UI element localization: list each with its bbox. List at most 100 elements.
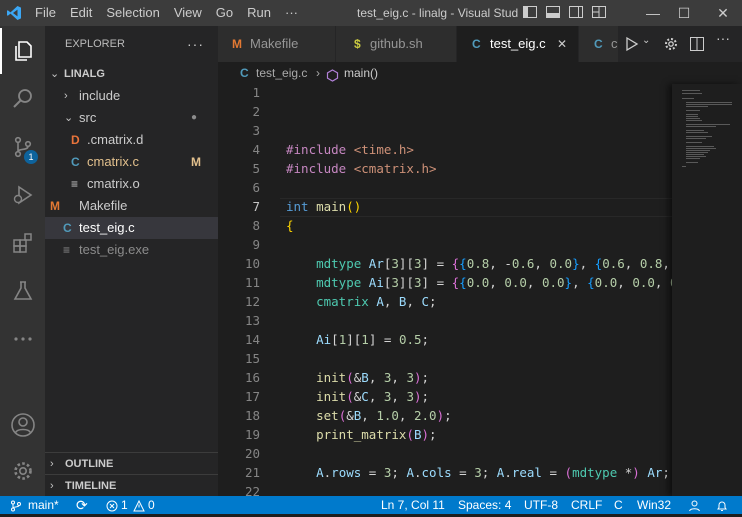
error-count[interactable]: 1 bbox=[121, 496, 128, 514]
line-number: 8 bbox=[252, 218, 260, 233]
warning-icon[interactable] bbox=[133, 499, 145, 517]
branch-name[interactable]: main* bbox=[28, 496, 59, 514]
menu-file[interactable]: File bbox=[28, 0, 63, 26]
outline-label: OUTLINE bbox=[65, 458, 114, 470]
breadcrumb-symbol[interactable]: main() bbox=[344, 62, 378, 84]
c-file-icon: C bbox=[71, 155, 80, 169]
line-number: 17 bbox=[244, 389, 260, 404]
search-icon[interactable] bbox=[0, 76, 45, 122]
tree-item-label: include bbox=[79, 88, 121, 103]
close-window-button[interactable]: ✕ bbox=[700, 0, 742, 26]
tab-test-eig-c[interactable]: C test_eig.c ✕ bbox=[457, 26, 578, 62]
editor-actions: ⌄ ··· bbox=[618, 26, 742, 62]
code-editor[interactable]: 1 2 3 4 5 6 7 8 9 10 11 12 13 14 15 16 17 18 19 20 21 22 #inc… bbox=[218, 84, 672, 496]
language-mode[interactable]: C bbox=[614, 496, 623, 514]
menu-selection[interactable]: Selection bbox=[99, 0, 166, 26]
outline-section[interactable]: › OUTLINE bbox=[45, 452, 218, 475]
error-icon[interactable] bbox=[106, 499, 118, 517]
code-line-5: #include <cmatrix.h> bbox=[286, 161, 437, 176]
toggle-panel-icon[interactable] bbox=[545, 4, 561, 20]
extensions-icon[interactable] bbox=[0, 220, 45, 266]
more-actions-icon[interactable]: ··· bbox=[716, 30, 730, 46]
minimap-line bbox=[686, 102, 732, 103]
tree-item-cmatrix-o[interactable]: ≡ cmatrix.o bbox=[45, 173, 218, 195]
minimap-line bbox=[682, 90, 700, 91]
tab-label: test_eig.c bbox=[490, 36, 546, 51]
editor-settings-gear-icon[interactable] bbox=[663, 36, 679, 55]
tab-label: c bbox=[611, 36, 618, 51]
customize-layout-icon[interactable] bbox=[591, 4, 607, 20]
explorer-icon[interactable] bbox=[0, 28, 45, 74]
platform-config[interactable]: Win32 bbox=[637, 496, 671, 514]
timeline-section[interactable]: › TIMELINE bbox=[45, 474, 218, 497]
cursor-position[interactable]: Ln 7, Col 11 bbox=[381, 496, 445, 514]
more-views-icon[interactable] bbox=[0, 316, 45, 362]
tree-item-makefile[interactable]: M Makefile bbox=[45, 195, 218, 217]
testing-flask-icon[interactable] bbox=[0, 268, 45, 314]
tab-label: github.sh bbox=[370, 36, 423, 51]
minimap-line bbox=[686, 132, 708, 133]
line-number: 6 bbox=[252, 180, 260, 195]
breadcrumb-file[interactable]: test_eig.c bbox=[256, 62, 307, 84]
tree-item-include[interactable]: › include bbox=[45, 85, 218, 107]
line-number: 16 bbox=[244, 370, 260, 385]
menu-run[interactable]: Run bbox=[240, 0, 278, 26]
toggle-secondary-sidebar-icon[interactable] bbox=[568, 4, 584, 20]
tab-makefile[interactable]: M Makefile bbox=[218, 26, 335, 62]
line-number: 18 bbox=[244, 408, 260, 423]
line-number: 7 bbox=[252, 199, 260, 214]
minimap-line bbox=[686, 150, 710, 151]
d-file-icon: D bbox=[71, 133, 80, 147]
line-number: 21 bbox=[244, 465, 260, 480]
source-control-icon[interactable] bbox=[0, 124, 45, 170]
tree-item-label: .cmatrix.d bbox=[87, 132, 144, 147]
encoding[interactable]: UTF-8 bbox=[524, 496, 558, 514]
code-line-18: set(&B, 1.0, 2.0); bbox=[316, 408, 452, 423]
tab-label: Makefile bbox=[250, 36, 299, 51]
sync-icon[interactable]: ⟳ bbox=[76, 496, 88, 514]
line-number: 10 bbox=[244, 256, 260, 271]
explorer-more-actions[interactable]: ··· bbox=[187, 26, 204, 62]
minimap-line bbox=[686, 104, 732, 105]
notifications-bell-icon[interactable] bbox=[716, 499, 728, 517]
status-bar: main* ⟳ 1 0 Ln 7, Col 11 Spaces: 4 UTF-8… bbox=[0, 496, 742, 514]
run-dropdown-icon[interactable]: ⌄ bbox=[642, 35, 650, 46]
warning-count[interactable]: 0 bbox=[148, 496, 155, 514]
menu-go[interactable]: Go bbox=[209, 0, 240, 26]
modified-dot-icon: ● bbox=[191, 112, 198, 123]
tree-item-cmatrix-d[interactable]: D .cmatrix.d bbox=[45, 129, 218, 151]
indentation[interactable]: Spaces: 4 bbox=[458, 496, 511, 514]
accounts-icon[interactable] bbox=[0, 402, 45, 448]
explorer-title: EXPLORER bbox=[65, 38, 125, 50]
line-number: 1 bbox=[252, 85, 260, 100]
git-modified-badge: M bbox=[191, 155, 201, 169]
feedback-icon[interactable] bbox=[688, 499, 701, 517]
minimap[interactable] bbox=[672, 84, 742, 496]
line-ending[interactable]: CRLF bbox=[571, 496, 602, 514]
tree-item-src[interactable]: ⌄ src ● bbox=[45, 107, 218, 129]
run-file-icon[interactable] bbox=[624, 36, 640, 55]
code-line-19: print_matrix(B); bbox=[316, 427, 437, 442]
close-tab-icon[interactable]: ✕ bbox=[557, 26, 567, 62]
split-editor-icon[interactable] bbox=[689, 36, 705, 55]
tree-item-test-eig-c[interactable]: C test_eig.c bbox=[45, 217, 218, 239]
minimap-line bbox=[686, 146, 714, 147]
folder-root-linalg[interactable]: ⌄ LINALG bbox=[45, 63, 218, 85]
settings-gear-icon[interactable] bbox=[0, 448, 45, 494]
toggle-sidebar-icon[interactable] bbox=[522, 4, 538, 20]
code-line-16: init(&B, 3, 3); bbox=[316, 370, 430, 385]
tab-github-sh[interactable]: $ github.sh bbox=[336, 26, 456, 62]
line-number: 20 bbox=[244, 446, 260, 461]
line-number: 15 bbox=[244, 351, 260, 366]
menu-view[interactable]: View bbox=[167, 0, 209, 26]
menu-edit[interactable]: Edit bbox=[63, 0, 99, 26]
minimap-line bbox=[686, 124, 730, 125]
tree-item-label: Makefile bbox=[79, 198, 128, 213]
code-line-7: int main() bbox=[286, 199, 362, 214]
menu-more[interactable]: ··· bbox=[278, 0, 305, 26]
minimap-line bbox=[686, 116, 698, 117]
tree-item-test-eig-exe[interactable]: ≡ test_eig.exe bbox=[45, 239, 218, 261]
tree-item-cmatrix-c[interactable]: C cmatrix.c M bbox=[45, 151, 218, 173]
run-debug-icon[interactable] bbox=[0, 172, 45, 218]
vscode-logo-icon bbox=[0, 0, 28, 26]
